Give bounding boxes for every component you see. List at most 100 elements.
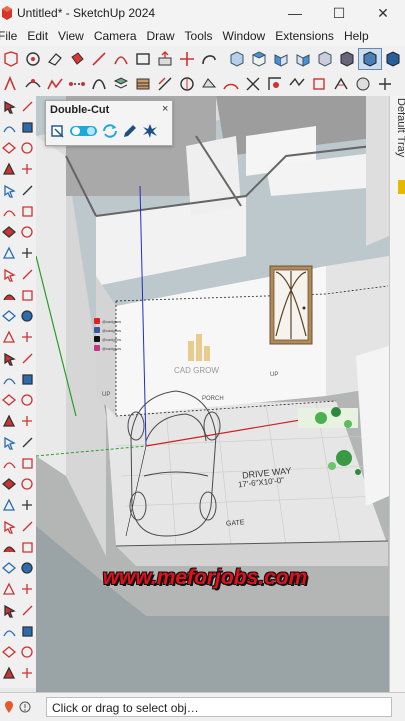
select-tool-icon[interactable] <box>0 49 22 69</box>
tool-20-icon[interactable] <box>18 285 36 306</box>
tool-45-icon[interactable] <box>0 558 18 579</box>
geo-location-icon[interactable] <box>2 698 16 716</box>
menu-camera[interactable]: Camera <box>89 29 142 43</box>
ext-6-icon[interactable] <box>110 74 132 94</box>
ext-14-icon[interactable] <box>286 74 308 94</box>
tool-1-icon[interactable] <box>0 96 18 117</box>
model-viewport[interactable]: CAD GROW PORCH UP UP DRIVE WAY 17'-6"X10… <box>36 96 389 692</box>
tool-15-icon[interactable] <box>0 243 18 264</box>
left-view-icon[interactable] <box>336 49 358 69</box>
tool-32-icon[interactable] <box>18 411 36 432</box>
tool-3-icon[interactable] <box>0 117 18 138</box>
ext-2-icon[interactable] <box>22 74 44 94</box>
tool-17-icon[interactable] <box>0 264 18 285</box>
tool-34-icon[interactable] <box>18 432 36 453</box>
tool-19-icon[interactable] <box>0 285 18 306</box>
ext-3-icon[interactable] <box>44 74 66 94</box>
tool-23-icon[interactable] <box>0 327 18 348</box>
rectangle-tool-icon[interactable] <box>132 49 154 69</box>
ext-4-icon[interactable] <box>66 74 88 94</box>
tool-28-icon[interactable] <box>18 369 36 390</box>
tray-pin-icon[interactable] <box>398 180 405 194</box>
xray-icon[interactable] <box>358 48 382 70</box>
tool-14-icon[interactable] <box>18 222 36 243</box>
tool-54-icon[interactable] <box>18 642 36 663</box>
ext-8-icon[interactable] <box>154 74 176 94</box>
tool-51-icon[interactable] <box>0 621 18 642</box>
ext-11-icon[interactable] <box>220 74 242 94</box>
follow-me-icon[interactable] <box>198 49 220 69</box>
tool-33-icon[interactable] <box>0 432 18 453</box>
tool-12-icon[interactable] <box>18 201 36 222</box>
ext-10-icon[interactable] <box>198 74 220 94</box>
line-tool-icon[interactable] <box>88 49 110 69</box>
explode-icon[interactable] <box>141 122 159 140</box>
iso-view-icon[interactable] <box>226 49 248 69</box>
menu-window[interactable]: Window <box>218 29 271 43</box>
component-icon[interactable] <box>22 49 44 69</box>
tool-13-icon[interactable] <box>0 222 18 243</box>
back-view-icon[interactable] <box>314 49 336 69</box>
edit-pencil-icon[interactable] <box>121 122 139 140</box>
tool-40-icon[interactable] <box>18 495 36 516</box>
close-button[interactable]: ✕ <box>361 0 405 26</box>
tool-2-icon[interactable] <box>18 96 36 117</box>
menu-view[interactable]: View <box>53 29 89 43</box>
ext-7-icon[interactable] <box>132 74 154 94</box>
tool-43-icon[interactable] <box>0 537 18 558</box>
paint-bucket-icon[interactable] <box>66 49 88 69</box>
tool-27-icon[interactable] <box>0 369 18 390</box>
tool-35-icon[interactable] <box>0 453 18 474</box>
arc-tool-icon[interactable] <box>110 49 132 69</box>
front-view-icon[interactable] <box>270 49 292 69</box>
default-tray-label[interactable]: Default Tray <box>395 98 405 157</box>
tool-55-icon[interactable] <box>0 663 18 684</box>
tool-18-icon[interactable] <box>18 264 36 285</box>
maximize-button[interactable]: ☐ <box>317 0 361 26</box>
tool-44-icon[interactable] <box>18 537 36 558</box>
ext-12-icon[interactable] <box>242 74 264 94</box>
tool-53-icon[interactable] <box>0 642 18 663</box>
tool-7-icon[interactable] <box>0 159 18 180</box>
tool-26-icon[interactable] <box>18 348 36 369</box>
minimize-button[interactable]: — <box>273 0 317 26</box>
tool-37-icon[interactable] <box>0 474 18 495</box>
tool-6-icon[interactable] <box>18 138 36 159</box>
ext-1-icon[interactable] <box>0 74 22 94</box>
tool-25-icon[interactable] <box>0 348 18 369</box>
push-pull-icon[interactable] <box>154 49 176 69</box>
tool-16-icon[interactable] <box>18 243 36 264</box>
shaded-icon[interactable] <box>382 49 404 69</box>
tool-36-icon[interactable] <box>18 453 36 474</box>
ext-17-icon[interactable] <box>352 74 374 94</box>
ext-13-icon[interactable] <box>264 74 286 94</box>
ext-15-icon[interactable] <box>308 74 330 94</box>
ext-9-icon[interactable] <box>176 74 198 94</box>
tool-56-icon[interactable] <box>18 663 36 684</box>
menu-tools[interactable]: Tools <box>180 29 218 43</box>
close-icon[interactable]: × <box>162 103 168 115</box>
tool-47-icon[interactable] <box>0 579 18 600</box>
tool-38-icon[interactable] <box>18 474 36 495</box>
credits-icon[interactable] <box>18 698 32 716</box>
tool-29-icon[interactable] <box>0 390 18 411</box>
tool-42-icon[interactable] <box>18 516 36 537</box>
tool-11-icon[interactable] <box>0 201 18 222</box>
toggle-icon[interactable] <box>69 122 99 140</box>
menu-edit[interactable]: Edit <box>22 29 53 43</box>
menu-extensions[interactable]: Extensions <box>270 29 339 43</box>
double-cut-square-icon[interactable] <box>49 122 67 140</box>
tool-31-icon[interactable] <box>0 411 18 432</box>
refresh-cut-icon[interactable] <box>101 122 119 140</box>
menu-help[interactable]: Help <box>339 29 374 43</box>
tool-41-icon[interactable] <box>0 516 18 537</box>
double-cut-panel[interactable]: Double-Cut × <box>45 100 173 146</box>
tool-49-icon[interactable] <box>0 600 18 621</box>
move-tool-icon[interactable] <box>176 49 198 69</box>
tool-4-icon[interactable] <box>18 117 36 138</box>
tool-52-icon[interactable] <box>18 621 36 642</box>
top-view-icon[interactable] <box>248 49 270 69</box>
ext-16-icon[interactable] <box>330 74 352 94</box>
menu-file[interactable]: File <box>0 29 22 43</box>
tool-21-icon[interactable] <box>0 306 18 327</box>
